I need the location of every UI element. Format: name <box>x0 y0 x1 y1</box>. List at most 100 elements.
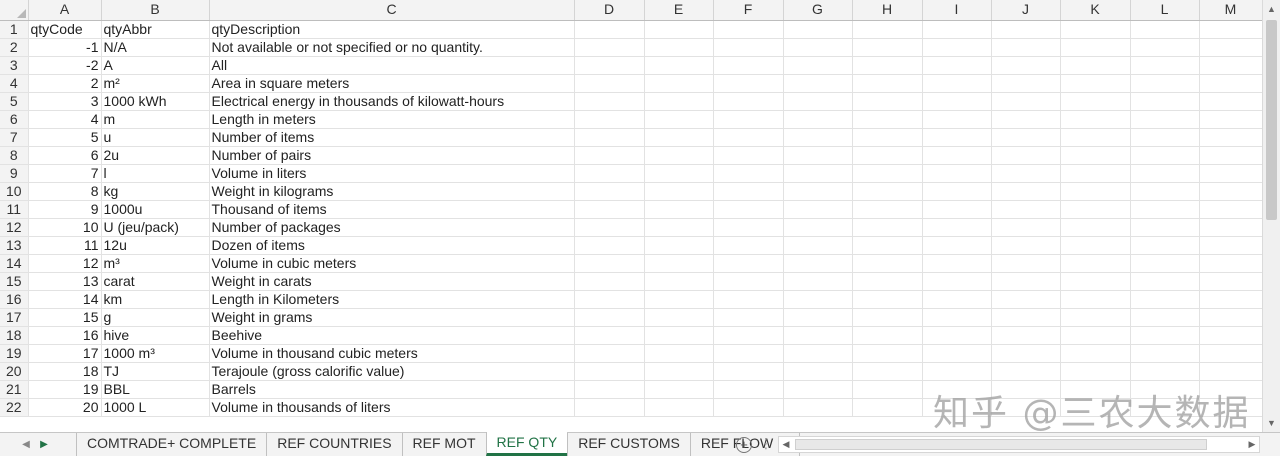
sheet-tab[interactable]: REF QTY <box>485 432 568 456</box>
empty-cell[interactable] <box>1130 92 1200 111</box>
empty-cell[interactable] <box>644 164 714 183</box>
empty-cell[interactable] <box>1060 326 1131 345</box>
empty-cell[interactable] <box>1199 146 1262 165</box>
empty-cell[interactable] <box>574 128 645 147</box>
row-header[interactable]: 5 <box>0 92 29 111</box>
horizontal-scroll-thumb[interactable] <box>795 439 1207 450</box>
empty-cell[interactable] <box>713 56 784 75</box>
cell-qty-abbr[interactable]: 2u <box>101 146 210 165</box>
empty-cell[interactable] <box>1130 110 1200 129</box>
empty-cell[interactable] <box>644 38 714 57</box>
empty-cell[interactable] <box>713 164 784 183</box>
empty-cell[interactable] <box>991 272 1061 291</box>
empty-cell[interactable] <box>1060 362 1131 381</box>
empty-cell[interactable] <box>1199 182 1262 201</box>
row-header[interactable]: 10 <box>0 182 29 201</box>
empty-cell[interactable] <box>783 56 853 75</box>
cell-qty-code[interactable]: 19 <box>28 380 102 399</box>
empty-cell[interactable] <box>644 56 714 75</box>
empty-cell[interactable] <box>644 236 714 255</box>
empty-cell[interactable] <box>922 146 992 165</box>
empty-cell[interactable] <box>644 146 714 165</box>
empty-cell[interactable] <box>852 20 923 39</box>
row-header[interactable]: 21 <box>0 380 29 399</box>
empty-cell[interactable] <box>991 344 1061 363</box>
empty-cell[interactable] <box>1060 38 1131 57</box>
empty-cell[interactable] <box>991 236 1061 255</box>
empty-cell[interactable] <box>783 38 853 57</box>
empty-cell[interactable] <box>1130 236 1200 255</box>
row-header[interactable]: 1 <box>0 20 29 39</box>
empty-cell[interactable] <box>574 74 645 93</box>
cell-qty-code[interactable]: 17 <box>28 344 102 363</box>
empty-cell[interactable] <box>922 182 992 201</box>
empty-cell[interactable] <box>574 380 645 399</box>
scroll-left-icon[interactable]: ◀ <box>779 437 793 452</box>
empty-cell[interactable] <box>852 128 923 147</box>
empty-cell[interactable] <box>1130 254 1200 273</box>
empty-cell[interactable] <box>574 308 645 327</box>
empty-cell[interactable] <box>713 398 784 417</box>
empty-cell[interactable] <box>922 20 992 39</box>
empty-cell[interactable] <box>783 146 853 165</box>
cell-qty-description[interactable]: Weight in kilograms <box>209 182 575 201</box>
empty-cell[interactable] <box>783 272 853 291</box>
empty-cell[interactable] <box>922 218 992 237</box>
empty-cell[interactable] <box>713 236 784 255</box>
empty-cell[interactable] <box>922 164 992 183</box>
row-header[interactable]: 22 <box>0 398 29 417</box>
empty-cell[interactable] <box>1130 128 1200 147</box>
cell-qty-code[interactable]: 18 <box>28 362 102 381</box>
row-header[interactable]: 20 <box>0 362 29 381</box>
empty-cell[interactable] <box>1199 344 1262 363</box>
empty-cell[interactable] <box>1199 254 1262 273</box>
empty-cell[interactable] <box>1199 272 1262 291</box>
empty-cell[interactable] <box>1130 20 1200 39</box>
empty-cell[interactable] <box>783 92 853 111</box>
prev-sheet-icon[interactable]: ◀ <box>18 436 34 454</box>
empty-cell[interactable] <box>991 74 1061 93</box>
empty-cell[interactable] <box>1060 290 1131 309</box>
scroll-up-icon[interactable]: ▲ <box>1263 0 1280 18</box>
cell-qty-description[interactable]: Number of packages <box>209 218 575 237</box>
empty-cell[interactable] <box>713 326 784 345</box>
empty-cell[interactable] <box>922 110 992 129</box>
empty-cell[interactable] <box>991 146 1061 165</box>
empty-cell[interactable] <box>1130 272 1200 291</box>
empty-cell[interactable] <box>922 74 992 93</box>
row-header[interactable]: 8 <box>0 146 29 165</box>
empty-cell[interactable] <box>713 362 784 381</box>
empty-cell[interactable] <box>1060 182 1131 201</box>
empty-cell[interactable] <box>1060 254 1131 273</box>
column-header-l[interactable]: L <box>1130 0 1200 21</box>
row-header[interactable]: 19 <box>0 344 29 363</box>
empty-cell[interactable] <box>783 20 853 39</box>
empty-cell[interactable] <box>991 308 1061 327</box>
row-header[interactable]: 4 <box>0 74 29 93</box>
cell-qty-description[interactable]: Length in Kilometers <box>209 290 575 309</box>
cell-qty-abbr[interactable]: u <box>101 128 210 147</box>
cell-qty-code[interactable]: 16 <box>28 326 102 345</box>
column-header-d[interactable]: D <box>574 0 645 21</box>
empty-cell[interactable] <box>783 290 853 309</box>
empty-cell[interactable] <box>713 20 784 39</box>
cell-qty-description[interactable]: Thousand of items <box>209 200 575 219</box>
empty-cell[interactable] <box>783 326 853 345</box>
cell-qty-abbr[interactable]: A <box>101 56 210 75</box>
row-header[interactable]: 6 <box>0 110 29 129</box>
empty-cell[interactable] <box>1199 56 1262 75</box>
cell-qty-description[interactable]: Volume in thousands of liters <box>209 398 575 417</box>
empty-cell[interactable] <box>1199 38 1262 57</box>
cell-qty-description[interactable]: Area in square meters <box>209 74 575 93</box>
empty-cell[interactable] <box>1060 272 1131 291</box>
cell-qty-description[interactable]: Number of pairs <box>209 146 575 165</box>
empty-cell[interactable] <box>1199 92 1262 111</box>
empty-cell[interactable] <box>852 92 923 111</box>
empty-cell[interactable] <box>783 398 853 417</box>
cell-qty-abbr[interactable]: 1000 m³ <box>101 344 210 363</box>
select-all-corner[interactable] <box>0 0 29 21</box>
vertical-scrollbar[interactable]: ▲ ▼ <box>1262 0 1280 432</box>
empty-cell[interactable] <box>644 128 714 147</box>
cell-qty-code[interactable]: 12 <box>28 254 102 273</box>
empty-cell[interactable] <box>713 218 784 237</box>
